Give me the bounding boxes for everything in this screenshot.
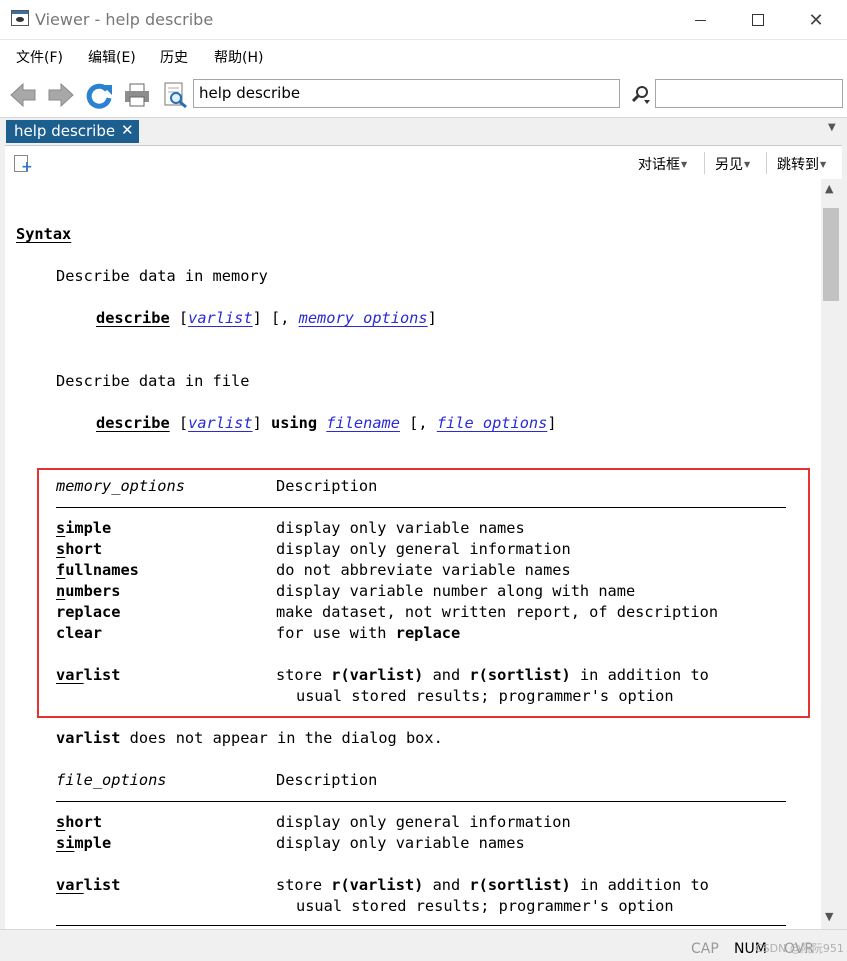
- viewer-app-icon: [11, 10, 29, 26]
- scrollbar-thumb[interactable]: [823, 208, 839, 301]
- using-keyword: using: [271, 414, 318, 432]
- watermark: CSDN @阮阮951: [755, 942, 844, 955]
- option-desc: store r(varlist) and r(sortlist) in addi…: [276, 666, 709, 684]
- option-desc: display only general information: [276, 540, 571, 558]
- search-input[interactable]: [655, 79, 843, 108]
- refresh-button[interactable]: [84, 80, 114, 110]
- scroll-down-icon[interactable]: ▼: [825, 910, 833, 923]
- menu-bar: 文件(F) 编辑(E) 历史 帮助(H): [0, 40, 847, 72]
- tab-label: help describe: [14, 122, 116, 140]
- separator: [766, 152, 767, 174]
- command-input[interactable]: help describe: [193, 79, 620, 108]
- minimize-button[interactable]: [671, 0, 729, 40]
- toolbar: help describe: [0, 72, 847, 118]
- option-simple[interactable]: simple: [56, 833, 111, 854]
- status-bar: CAP NUM OVR: [0, 929, 847, 961]
- scroll-up-icon[interactable]: ▲: [825, 182, 833, 195]
- menu-file[interactable]: 文件(F): [16, 47, 63, 67]
- option-desc: make dataset, not written report, of des…: [276, 603, 719, 621]
- option-desc: do not abbreviate variable names: [276, 561, 571, 579]
- memory-options-link[interactable]: memory_options: [299, 309, 428, 327]
- tab-list-dropdown-icon[interactable]: ▼: [828, 122, 836, 133]
- option-desc: store r(varlist) and r(sortlist) in addi…: [276, 876, 709, 894]
- table-header-description: Description: [276, 477, 378, 495]
- forward-arrow-icon: [48, 82, 74, 108]
- chevron-down-icon: ▼: [820, 160, 827, 169]
- file-intro: Describe data in file: [56, 372, 250, 390]
- varlist-link[interactable]: varlist: [188, 414, 252, 432]
- option-desc: display only variable names: [276, 834, 525, 852]
- jump-label: 跳转到: [777, 157, 819, 173]
- jump-menu-button[interactable]: 跳转到▼: [777, 154, 826, 174]
- title-bar: Viewer - help describe ✕: [0, 0, 847, 40]
- option-desc: for use with replace: [276, 624, 461, 642]
- option-fullnames[interactable]: fullnames: [56, 560, 139, 581]
- maximize-icon: [752, 14, 764, 26]
- option-simple[interactable]: simple: [56, 518, 111, 539]
- table-rule: [56, 925, 786, 926]
- option-replace[interactable]: replace: [56, 602, 120, 623]
- tab-bar: help describe ✕ ▼: [0, 118, 847, 145]
- chevron-down-icon: ▼: [681, 160, 688, 169]
- forward-button[interactable]: [46, 80, 76, 110]
- dialog-label: 对话框: [638, 157, 680, 173]
- option-desc-continued: usual stored results; programmer's optio…: [296, 897, 674, 915]
- option-short[interactable]: short: [56, 812, 102, 833]
- print-button[interactable]: [122, 80, 152, 110]
- back-button[interactable]: [8, 80, 38, 110]
- separator: [704, 152, 705, 174]
- menu-history[interactable]: 历史: [160, 47, 188, 67]
- option-varlist[interactable]: varlist: [56, 665, 120, 686]
- back-arrow-icon: [10, 82, 36, 108]
- table-header-options: memory_options: [56, 477, 185, 495]
- option-varlist[interactable]: varlist: [56, 875, 120, 896]
- help-content: Syntax Describe data in memory describe …: [5, 179, 821, 929]
- describe-command-link[interactable]: describe: [96, 309, 170, 327]
- close-window-button[interactable]: ✕: [787, 0, 845, 40]
- file-syntax: describe [varlist] using filename [, fil…: [96, 414, 557, 432]
- file-options-link[interactable]: file_options: [437, 414, 548, 432]
- caps-lock-indicator: CAP: [691, 941, 719, 957]
- option-desc: display only general information: [276, 813, 571, 831]
- vertical-scrollbar[interactable]: ▲ ▼: [821, 179, 842, 929]
- section-heading: Syntax: [16, 225, 72, 243]
- tab-close-icon[interactable]: ✕: [121, 121, 134, 139]
- maximize-button[interactable]: [729, 0, 787, 40]
- varlist-link[interactable]: varlist: [188, 309, 252, 327]
- option-short[interactable]: short: [56, 539, 102, 560]
- chevron-down-icon: ▼: [744, 160, 751, 169]
- close-icon: ✕: [808, 9, 824, 31]
- document-search-icon: [164, 82, 187, 109]
- minimize-icon: [694, 19, 706, 21]
- viewer-subtoolbar: 对话框▼ 另见▼ 跳转到▼: [5, 145, 842, 179]
- table-rule: [56, 801, 786, 802]
- option-clear[interactable]: clear: [56, 623, 102, 644]
- new-viewer-icon[interactable]: [14, 155, 33, 175]
- table-rule: [56, 507, 786, 508]
- option-numbers[interactable]: numbers: [56, 581, 120, 602]
- search-button[interactable]: [626, 80, 654, 110]
- table-header-options: file_options: [56, 771, 167, 789]
- printer-icon: [125, 83, 149, 107]
- option-desc-continued: usual stored results; programmer's optio…: [296, 687, 674, 705]
- option-desc: display only variable names: [276, 519, 525, 537]
- search-icon: [631, 86, 650, 104]
- window-title: Viewer - help describe: [35, 10, 214, 29]
- memory-syntax: describe [varlist] [, memory_options]: [96, 309, 437, 327]
- dialog-note: varlist does not appear in the dialog bo…: [56, 729, 443, 747]
- menu-help[interactable]: 帮助(H): [214, 47, 263, 67]
- option-abbrev: s: [56, 519, 66, 537]
- refresh-icon: [86, 83, 112, 109]
- filename-link[interactable]: filename: [326, 414, 400, 432]
- seealso-menu-button[interactable]: 另见▼: [715, 154, 750, 174]
- menu-edit[interactable]: 编辑(E): [88, 47, 136, 67]
- dialog-menu-button[interactable]: 对话框▼: [638, 154, 687, 174]
- find-in-page-button[interactable]: [160, 80, 190, 110]
- tab-help-describe[interactable]: help describe ✕: [6, 120, 139, 143]
- memory-intro: Describe data in memory: [56, 267, 268, 285]
- seealso-label: 另见: [715, 157, 743, 173]
- option-desc: display variable number along with name: [276, 582, 636, 600]
- describe-command-link[interactable]: describe: [96, 414, 170, 432]
- table-header-description: Description: [276, 771, 378, 789]
